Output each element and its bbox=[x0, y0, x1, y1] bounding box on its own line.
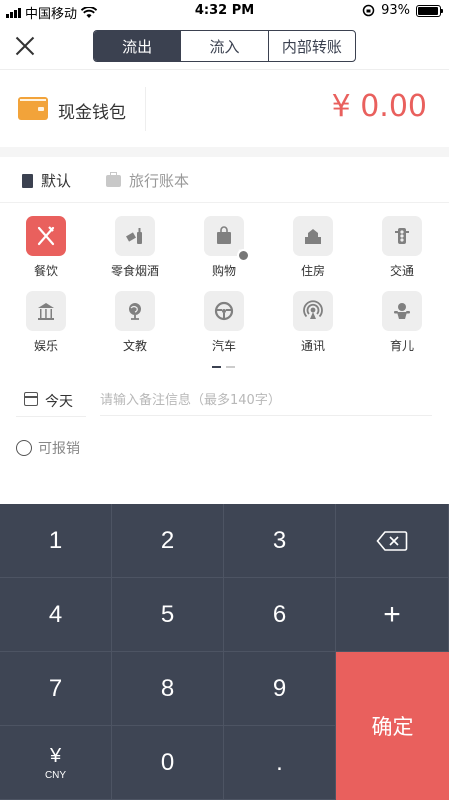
traffic-light-icon bbox=[382, 216, 422, 256]
date-note-row: 今天 bbox=[0, 382, 449, 418]
category-pager bbox=[212, 366, 235, 368]
category-dining[interactable]: 餐饮 bbox=[16, 216, 76, 279]
flow-type-segment: 流出 流入 内部转账 bbox=[93, 30, 356, 62]
pager-dot-active bbox=[212, 366, 221, 368]
pager-dot bbox=[226, 366, 235, 368]
category-snacks[interactable]: 零食烟酒 bbox=[105, 216, 165, 279]
key-4[interactable]: 4 bbox=[0, 578, 112, 652]
key-1[interactable]: 1 bbox=[0, 504, 112, 578]
category-car[interactable]: 汽车 bbox=[194, 291, 254, 354]
plus-key[interactable]: + bbox=[336, 578, 449, 652]
reimbursable-toggle[interactable]: 可报销 bbox=[16, 438, 80, 458]
snack-icon bbox=[115, 216, 155, 256]
battery-percent: 93% bbox=[381, 3, 410, 18]
currency-code: CNY bbox=[44, 769, 67, 781]
globe-icon bbox=[115, 291, 155, 331]
rotation-lock-icon bbox=[362, 4, 375, 17]
wallet-icon bbox=[18, 97, 48, 120]
divider bbox=[145, 87, 146, 131]
category-label: 住房 bbox=[300, 264, 325, 278]
book-tab-label: 旅行账本 bbox=[129, 172, 190, 190]
book-icon bbox=[22, 173, 33, 188]
category-education[interactable]: 文教 bbox=[105, 291, 165, 354]
tab-default-book[interactable]: 默认 bbox=[22, 170, 71, 191]
key-7[interactable]: 7 bbox=[0, 652, 112, 726]
section-gap bbox=[0, 147, 449, 157]
tab-outflow[interactable]: 流出 bbox=[94, 31, 182, 61]
wallet-row[interactable]: 现金钱包 ¥ 0.00 bbox=[0, 71, 449, 147]
key-5[interactable]: 5 bbox=[112, 578, 224, 652]
key-0[interactable]: 0 bbox=[112, 726, 224, 800]
category-housing[interactable]: 住房 bbox=[283, 216, 343, 279]
category-transport[interactable]: 交通 bbox=[372, 216, 432, 279]
carousel-icon bbox=[26, 291, 66, 331]
backspace-icon bbox=[376, 530, 408, 551]
key-8[interactable]: 8 bbox=[112, 652, 224, 726]
radio-icon[interactable] bbox=[16, 440, 32, 456]
category-label: 育儿 bbox=[389, 339, 414, 353]
book-tab-label: 默认 bbox=[41, 172, 72, 190]
fork-knife-icon bbox=[26, 216, 66, 256]
key-6[interactable]: 6 bbox=[224, 578, 336, 652]
status-bar: 中国移动 4:32 PM 93% bbox=[0, 0, 449, 22]
category-label: 汽车 bbox=[211, 339, 236, 353]
key-2[interactable]: 2 bbox=[112, 504, 224, 578]
baby-icon bbox=[382, 291, 422, 331]
category-entertainment[interactable]: 娱乐 bbox=[16, 291, 76, 354]
key-3[interactable]: 3 bbox=[224, 504, 336, 578]
category-label: 购物 bbox=[211, 264, 236, 278]
category-label: 娱乐 bbox=[33, 339, 58, 353]
battery-icon bbox=[416, 4, 443, 17]
date-label[interactable]: 今天 bbox=[45, 391, 73, 411]
numeric-keypad: 1 2 3 4 5 6 + 7 8 9 ¥ CNY 0 . 确定 bbox=[0, 504, 449, 800]
top-nav: 流出 流入 内部转账 bbox=[0, 22, 449, 70]
category-label: 文教 bbox=[122, 339, 147, 353]
category-telecom[interactable]: 通讯 bbox=[283, 291, 343, 354]
book-tabs: 默认 旅行账本 bbox=[0, 157, 449, 203]
tab-travel-book[interactable]: 旅行账本 bbox=[106, 170, 189, 191]
confirm-button[interactable]: 确定 bbox=[336, 652, 449, 800]
category-childcare[interactable]: 育儿 bbox=[372, 291, 432, 354]
wallet-name[interactable]: 现金钱包 bbox=[58, 98, 126, 123]
category-label: 餐饮 bbox=[33, 264, 58, 278]
steering-wheel-icon bbox=[204, 291, 244, 331]
reimbursable-label: 可报销 bbox=[38, 441, 80, 457]
tab-inflow[interactable]: 流入 bbox=[181, 31, 269, 61]
amount-display: ¥ 0.00 bbox=[331, 89, 427, 124]
currency-key[interactable]: ¥ CNY bbox=[0, 726, 112, 800]
currency-symbol: ¥ bbox=[49, 744, 62, 767]
category-label: 通讯 bbox=[300, 339, 325, 353]
tab-transfer[interactable]: 内部转账 bbox=[269, 31, 355, 61]
key-9[interactable]: 9 bbox=[224, 652, 336, 726]
building-icon bbox=[293, 216, 333, 256]
close-icon[interactable] bbox=[14, 35, 36, 57]
dot-key[interactable]: . bbox=[224, 726, 336, 800]
status-right: 93% bbox=[362, 3, 443, 18]
calendar-icon[interactable] bbox=[24, 392, 38, 406]
signal-icon bbox=[293, 291, 333, 331]
suitcase-icon bbox=[106, 171, 121, 187]
shopping-bag-icon bbox=[204, 216, 250, 262]
category-shopping[interactable]: 购物 bbox=[194, 216, 254, 279]
note-input[interactable] bbox=[100, 386, 432, 416]
category-label: 零食烟酒 bbox=[110, 264, 159, 278]
category-label: 交通 bbox=[389, 264, 414, 278]
backspace-key[interactable] bbox=[336, 504, 449, 578]
divider bbox=[16, 416, 86, 417]
more-icon bbox=[237, 246, 250, 262]
